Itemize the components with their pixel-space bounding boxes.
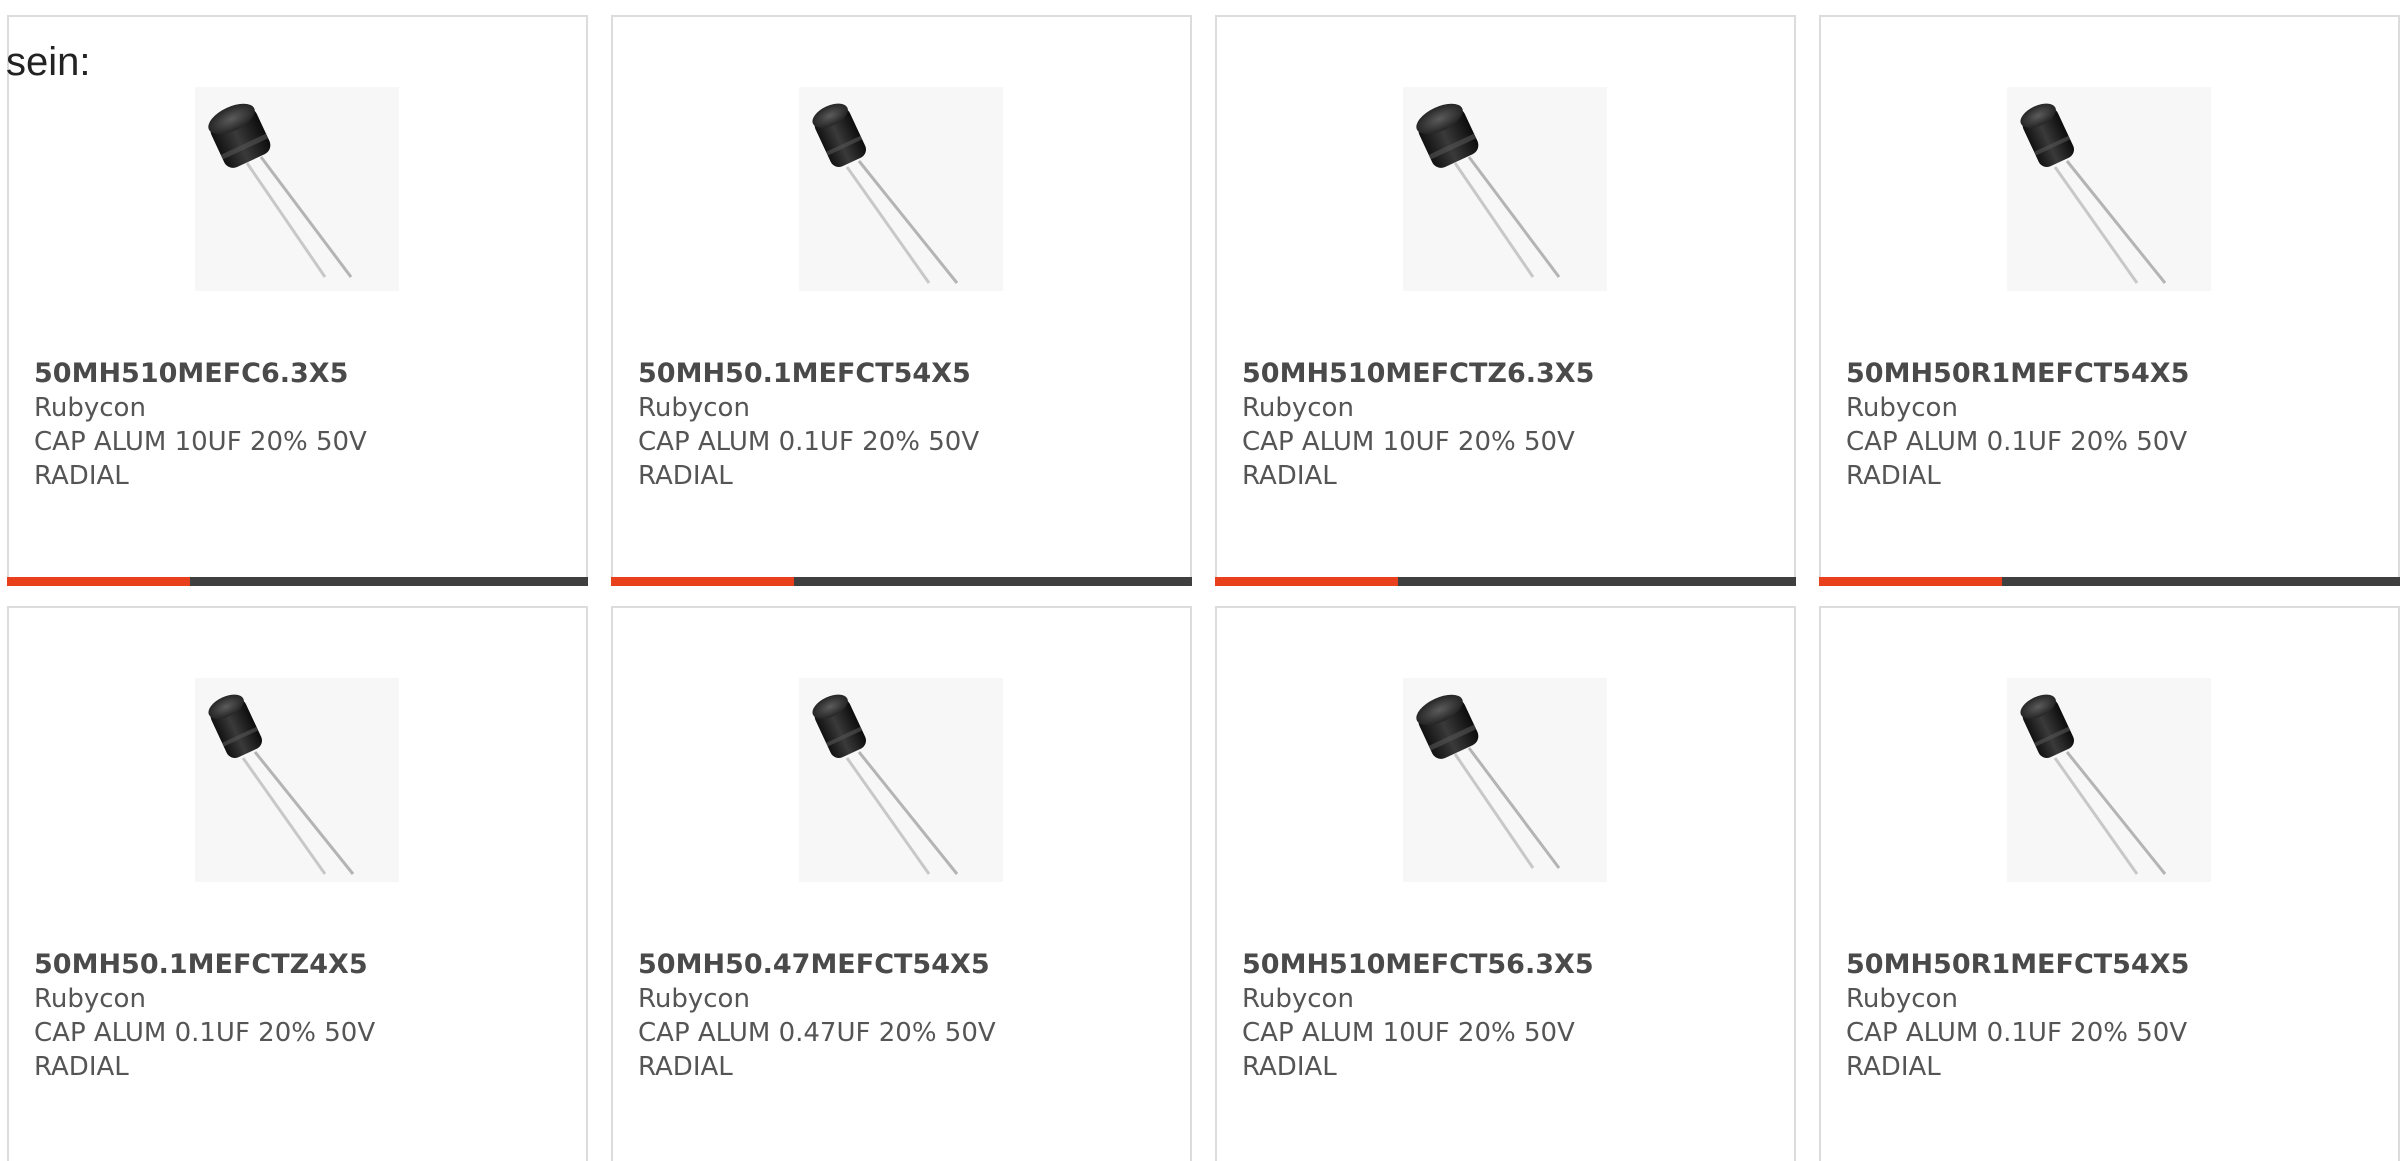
card-footer-bar [611, 577, 1192, 586]
capacitor-image[interactable] [2007, 87, 2211, 291]
product-card[interactable]: 50MH50.47MEFCT54X5 Rubycon CAP ALUM 0.47… [611, 606, 1192, 1161]
manufacturer-label: Rubycon [1242, 393, 1354, 423]
product-card[interactable]: 50MH510MEFCTZ6.3X5 Rubycon CAP ALUM 10UF… [1215, 15, 1796, 586]
product-card[interactable]: 50MH50.1MEFCTZ4X5 Rubycon CAP ALUM 0.1UF… [7, 606, 588, 1161]
product-grid-page: sein: 50MH510MEFC6.3X5 Rubycon CAP ALUM … [0, 0, 2400, 1161]
product-info: 50MH50.1MEFCT54X5 Rubycon CAP ALUM 0.1UF… [638, 357, 1170, 493]
capacitor-image[interactable] [799, 678, 1003, 882]
description-text: CAP ALUM 0.1UF 20% 50V RADIAL [34, 1018, 376, 1082]
product-info: 50MH50.1MEFCTZ4X5 Rubycon CAP ALUM 0.1UF… [34, 948, 566, 1084]
manufacturer-label: Rubycon [1846, 984, 1958, 1014]
intro-text: sein: [6, 40, 91, 84]
product-info: 50MH510MEFC6.3X5 Rubycon CAP ALUM 10UF 2… [34, 357, 566, 493]
manufacturer-label: Rubycon [1846, 393, 1958, 423]
product-card[interactable]: 50MH50R1MEFCT54X5 Rubycon CAP ALUM 0.1UF… [1819, 15, 2400, 586]
product-info: 50MH50.47MEFCT54X5 Rubycon CAP ALUM 0.47… [638, 948, 1170, 1084]
product-info: 50MH510MEFCTZ6.3X5 Rubycon CAP ALUM 10UF… [1242, 357, 1774, 493]
manufacturer-label: Rubycon [638, 984, 750, 1014]
capacitor-image[interactable] [195, 678, 399, 882]
part-number-link[interactable]: 50MH50.1MEFCTZ4X5 [34, 948, 566, 982]
card-footer-bar [1819, 577, 2400, 586]
card-footer-bar [7, 577, 588, 586]
card-footer-bar [1215, 577, 1796, 586]
product-card[interactable]: 50MH50.1MEFCT54X5 Rubycon CAP ALUM 0.1UF… [611, 15, 1192, 586]
part-number-link[interactable]: 50MH510MEFCTZ6.3X5 [1242, 357, 1774, 391]
product-info: 50MH50R1MEFCT54X5 Rubycon CAP ALUM 0.1UF… [1846, 357, 2378, 493]
capacitor-image[interactable] [195, 87, 399, 291]
part-number-link[interactable]: 50MH50R1MEFCT54X5 [1846, 948, 2378, 982]
description-text: CAP ALUM 10UF 20% 50V RADIAL [1242, 427, 1575, 491]
product-card[interactable]: 50MH50R1MEFCT54X5 Rubycon CAP ALUM 0.1UF… [1819, 606, 2400, 1161]
description-text: CAP ALUM 10UF 20% 50V RADIAL [34, 427, 367, 491]
manufacturer-label: Rubycon [34, 393, 146, 423]
description-text: CAP ALUM 0.1UF 20% 50V RADIAL [1846, 1018, 2188, 1082]
description-text: CAP ALUM 0.1UF 20% 50V RADIAL [1846, 427, 2188, 491]
part-number-link[interactable]: 50MH510MEFCT56.3X5 [1242, 948, 1774, 982]
description-text: CAP ALUM 10UF 20% 50V RADIAL [1242, 1018, 1575, 1082]
capacitor-image[interactable] [1403, 678, 1607, 882]
product-info: 50MH50R1MEFCT54X5 Rubycon CAP ALUM 0.1UF… [1846, 948, 2378, 1084]
accent-bar [1215, 577, 1398, 586]
part-number-link[interactable]: 50MH50.47MEFCT54X5 [638, 948, 1170, 982]
part-number-link[interactable]: 50MH50.1MEFCT54X5 [638, 357, 1170, 391]
capacitor-image[interactable] [1403, 87, 1607, 291]
product-card[interactable]: 50MH510MEFC6.3X5 Rubycon CAP ALUM 10UF 2… [7, 15, 588, 586]
description-text: CAP ALUM 0.1UF 20% 50V RADIAL [638, 427, 980, 491]
part-number-link[interactable]: 50MH50R1MEFCT54X5 [1846, 357, 2378, 391]
product-card[interactable]: 50MH510MEFCT56.3X5 Rubycon CAP ALUM 10UF… [1215, 606, 1796, 1161]
manufacturer-label: Rubycon [638, 393, 750, 423]
capacitor-image[interactable] [799, 87, 1003, 291]
product-info: 50MH510MEFCT56.3X5 Rubycon CAP ALUM 10UF… [1242, 948, 1774, 1084]
description-text: CAP ALUM 0.47UF 20% 50V RADIAL [638, 1018, 996, 1082]
accent-bar [611, 577, 794, 586]
part-number-link[interactable]: 50MH510MEFC6.3X5 [34, 357, 566, 391]
manufacturer-label: Rubycon [34, 984, 146, 1014]
capacitor-image[interactable] [2007, 678, 2211, 882]
accent-bar [1819, 577, 2002, 586]
accent-bar [7, 577, 190, 586]
manufacturer-label: Rubycon [1242, 984, 1354, 1014]
